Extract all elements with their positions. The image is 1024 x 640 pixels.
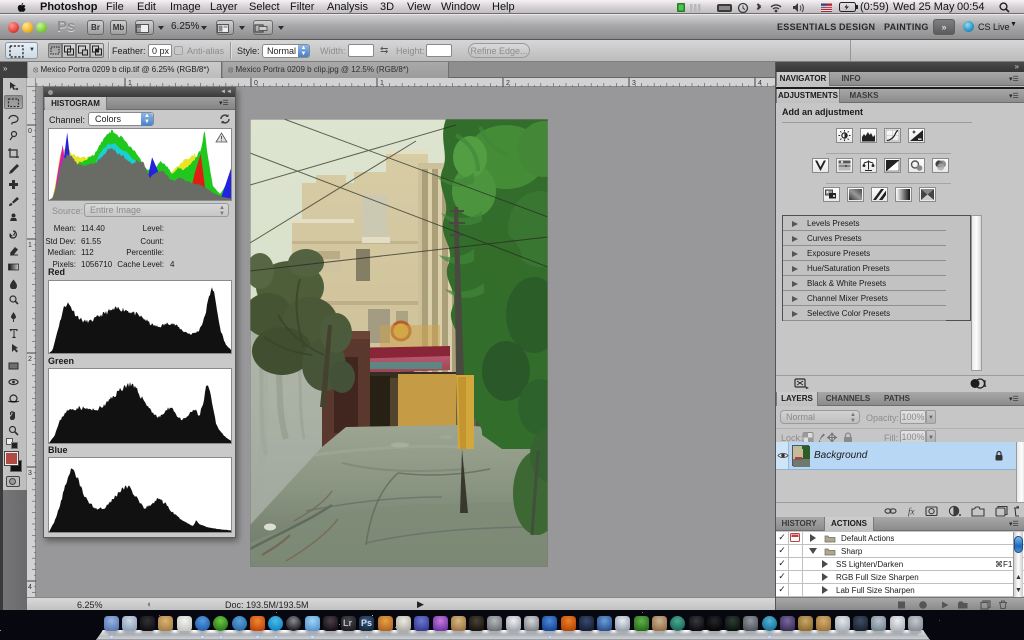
svg-text:0: 0 xyxy=(254,80,258,87)
svg-text:1: 1 xyxy=(28,242,32,249)
svg-text:3: 3 xyxy=(632,80,636,87)
svg-text:0: 0 xyxy=(28,128,32,135)
svg-text:fx: fx xyxy=(908,507,915,517)
svg-text:2: 2 xyxy=(506,80,510,87)
svg-text:2: 2 xyxy=(28,356,32,363)
svg-text:1: 1 xyxy=(380,80,384,87)
svg-text:1: 1 xyxy=(128,80,132,87)
svg-text:4: 4 xyxy=(758,80,762,87)
svg-text:4: 4 xyxy=(28,584,32,591)
svg-text:3: 3 xyxy=(28,470,32,477)
